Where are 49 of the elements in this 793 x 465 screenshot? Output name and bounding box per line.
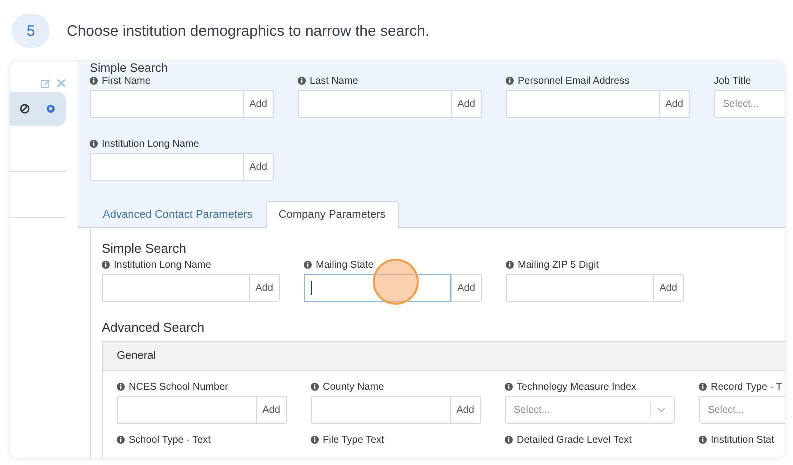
field-label: Mailing State: [316, 260, 374, 270]
field-label: Institution Long Name: [114, 260, 212, 270]
field-label: Institution Long Name: [102, 138, 200, 150]
info-icon[interactable]: [298, 77, 306, 85]
info-icon[interactable]: [506, 77, 514, 85]
text-cursor: [311, 281, 312, 295]
text-input-field[interactable]: [304, 274, 451, 302]
filter-pill[interactable]: [10, 92, 66, 126]
info-icon[interactable]: [90, 140, 98, 148]
info-icon[interactable]: [102, 261, 110, 269]
field-label: Detailed Grade Level Text: [517, 434, 632, 446]
tab[interactable]: Advanced Contact Parameters: [90, 201, 266, 228]
info-icon[interactable]: [117, 383, 125, 391]
field-label: Mailing ZIP 5 Digit: [518, 260, 599, 270]
info-icon[interactable]: [505, 383, 513, 391]
add-button[interactable]: Add: [451, 275, 481, 301]
field-label: NCES School Number: [129, 382, 228, 392]
step-instruction: Choose institution demographics to narrow the search.: [67, 22, 430, 40]
field-label: Last Name: [310, 76, 358, 86]
info-icon[interactable]: [506, 261, 514, 269]
field-label: Institution Stat: [711, 434, 774, 446]
field-label: School Type - Text: [129, 434, 211, 446]
info-icon[interactable]: [311, 383, 319, 391]
section-heading: Advanced Search: [102, 320, 206, 335]
select-dropdown[interactable]: Select...: [505, 396, 675, 424]
click-indicator: [373, 259, 419, 305]
section-heading: Simple Search: [102, 241, 188, 256]
info-icon[interactable]: [304, 261, 312, 269]
info-icon[interactable]: [311, 436, 319, 444]
info-icon[interactable]: [90, 77, 98, 85]
info-icon[interactable]: [699, 436, 707, 444]
select-dropdown[interactable]: Select...: [714, 90, 785, 118]
field-label: Personnel Email Address: [518, 76, 630, 86]
field-label: Job Title: [714, 76, 752, 86]
field-label: Record Type - T: [711, 382, 782, 392]
circle-icon[interactable]: [46, 104, 56, 114]
group-header: General: [103, 342, 785, 371]
info-icon[interactable]: [117, 436, 125, 444]
info-icon[interactable]: [699, 383, 707, 391]
info-icon[interactable]: [505, 436, 513, 444]
field-label: First Name: [102, 76, 151, 86]
field-label: Technology Measure Index: [517, 382, 637, 392]
ban-icon[interactable]: [20, 104, 30, 114]
field-label: File Type Text: [323, 434, 384, 446]
select-dropdown[interactable]: Select...: [699, 396, 785, 424]
section-heading: Simple Search: [90, 62, 170, 75]
field-label: County Name: [323, 382, 384, 392]
tab[interactable]: Company Parameters: [266, 201, 399, 228]
step-number-badge: 5: [12, 14, 50, 48]
